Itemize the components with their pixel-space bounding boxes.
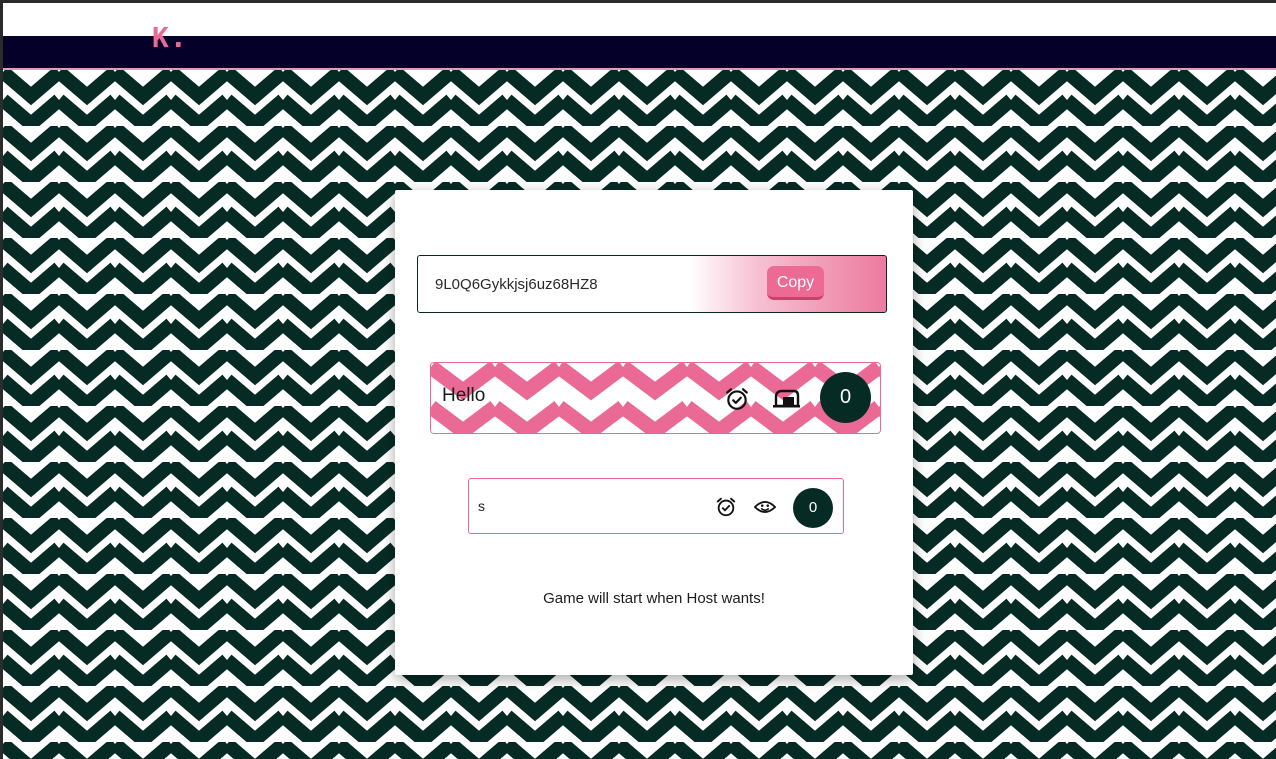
player-card: s 0 [468, 478, 844, 534]
player-name: s [478, 498, 485, 514]
lobby-card: 9L0Q6Gykkjsj6uz68HZ8 Copy Hello 0 s 0 Ga… [395, 190, 913, 675]
navbar [3, 36, 1276, 70]
player-name: Hello [442, 385, 486, 406]
player-card-host: Hello 0 [430, 362, 881, 434]
score-badge: 0 [793, 488, 833, 528]
top-strip [3, 3, 1276, 36]
smiley-icon [754, 501, 776, 513]
copy-button[interactable]: Copy [767, 266, 824, 300]
room-code-box: 9L0Q6Gykkjsj6uz68HZ8 Copy [417, 255, 887, 313]
mailbox-icon [773, 389, 800, 408]
room-code[interactable]: 9L0Q6Gykkjsj6uz68HZ8 [435, 276, 598, 293]
pink-chevron-pattern [431, 363, 880, 433]
app-logo[interactable]: K. [152, 23, 188, 53]
alarm-icon [716, 497, 736, 517]
alarm-icon [726, 388, 748, 410]
browser-window: K. 9L0Q6Gykkjsj6uz68HZ8 Copy Hello 0 s 0… [0, 0, 1276, 759]
score-badge: 0 [820, 372, 871, 423]
status-message: Game will start when Host wants! [543, 590, 765, 607]
